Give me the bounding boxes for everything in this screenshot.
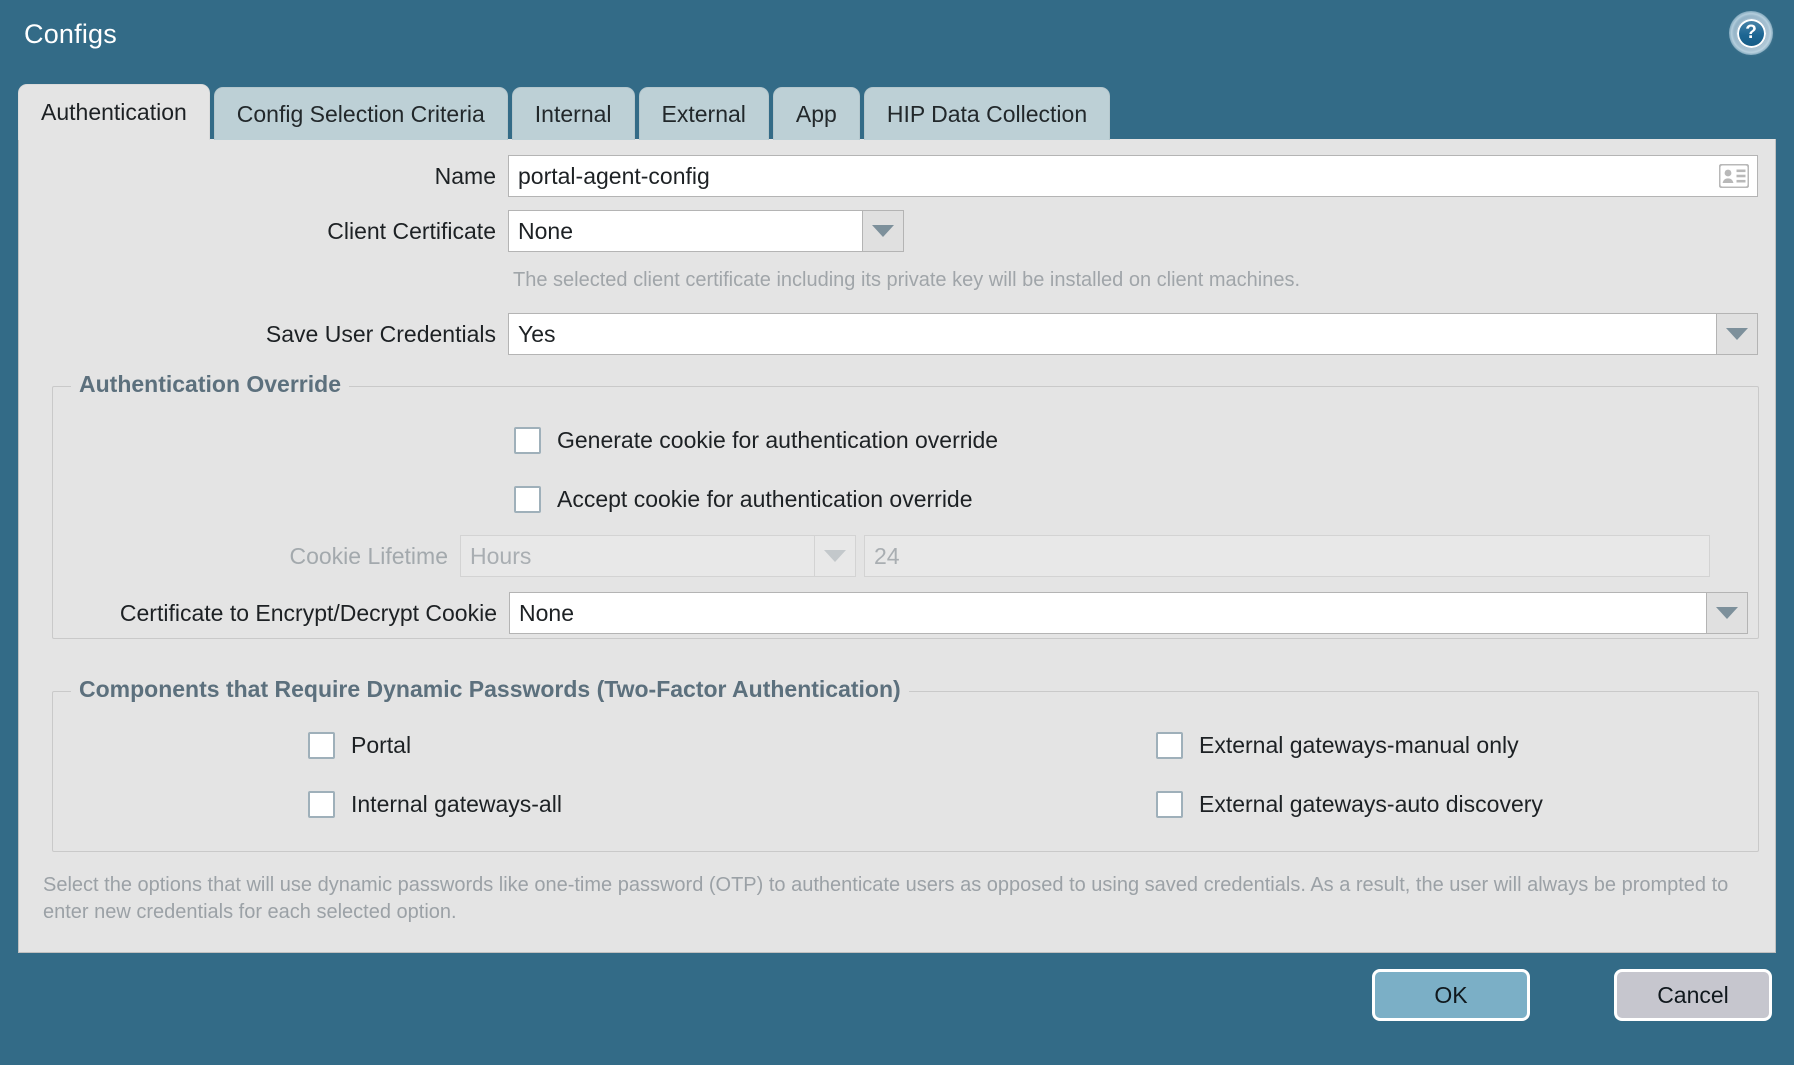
- save-user-credentials-value: Yes: [508, 313, 1716, 355]
- two-factor-option-label: External gateways-auto discovery: [1199, 791, 1543, 817]
- tab-app[interactable]: App: [772, 87, 860, 140]
- chevron-down-icon[interactable]: [862, 210, 904, 252]
- cookie-lifetime-amount-value: 24: [874, 542, 900, 569]
- tab-hip-data-collection[interactable]: HIP Data Collection: [863, 87, 1111, 140]
- name-input[interactable]: portal-agent-config: [508, 155, 1758, 197]
- name-value: portal-agent-config: [518, 162, 710, 189]
- two-factor-option-portal[interactable]: Portal: [308, 732, 411, 759]
- checkbox-box[interactable]: [514, 486, 541, 513]
- two-factor-legend: Components that Require Dynamic Password…: [71, 676, 909, 703]
- client-certificate-select[interactable]: None: [508, 210, 904, 252]
- ok-button-label: OK: [1434, 981, 1468, 1008]
- checkbox-box[interactable]: [1156, 791, 1183, 818]
- dialog-titlebar: Configs ?: [0, 0, 1794, 78]
- tab-authentication[interactable]: Authentication: [18, 84, 210, 140]
- chevron-down-icon[interactable]: [814, 535, 856, 577]
- generate-cookie-label: Generate cookie for authentication overr…: [557, 427, 999, 453]
- authentication-override-legend: Authentication Override: [71, 371, 349, 398]
- cancel-button-label: Cancel: [1657, 981, 1729, 1008]
- certificate-cookie-row: Certificate to Encrypt/Decrypt Cookie No…: [53, 592, 1760, 634]
- cookie-lifetime-unit-value: Hours: [460, 535, 814, 577]
- two-factor-option-external-gateways-auto-discovery[interactable]: External gateways-auto discovery: [1156, 791, 1543, 818]
- help-question-icon[interactable]: ?: [1729, 11, 1773, 55]
- client-certificate-hint: The selected client certificate includin…: [513, 269, 1301, 291]
- generate-cookie-checkbox[interactable]: Generate cookie for authentication overr…: [514, 427, 998, 454]
- cookie-lifetime-label: Cookie Lifetime: [289, 542, 448, 569]
- tab-label: Authentication: [41, 99, 187, 125]
- tab-external[interactable]: External: [638, 87, 769, 140]
- two-factor-option-internal-gateways-all[interactable]: Internal gateways-all: [308, 791, 562, 818]
- chevron-down-icon[interactable]: [1716, 313, 1758, 355]
- tab-label: HIP Data Collection: [886, 100, 1088, 127]
- tab-label: App: [795, 100, 837, 127]
- cancel-button[interactable]: Cancel: [1614, 969, 1772, 1021]
- cookie-lifetime-unit-select[interactable]: Hours: [460, 535, 856, 577]
- checkbox-box[interactable]: [514, 427, 541, 454]
- certificate-cookie-label: Certificate to Encrypt/Decrypt Cookie: [119, 599, 497, 626]
- name-row: Name portal-agent-config: [19, 155, 1759, 197]
- two-factor-note: Select the options that will use dynamic…: [43, 874, 1729, 923]
- tab-label: External: [661, 100, 746, 127]
- authentication-tab-panel: Name portal-agent-config Client Certific…: [18, 139, 1776, 953]
- chevron-down-icon[interactable]: [1706, 592, 1748, 634]
- client-certificate-value: None: [508, 210, 862, 252]
- tab-label: Config Selection Criteria: [236, 100, 485, 127]
- cookie-lifetime-amount-input[interactable]: 24: [864, 535, 1710, 577]
- id-card-icon[interactable]: [1718, 163, 1750, 189]
- help-glyph: ?: [1736, 18, 1766, 48]
- two-factor-option-label: Portal: [351, 732, 412, 758]
- two-factor-fieldset: Components that Require Dynamic Password…: [52, 676, 1759, 852]
- ok-button[interactable]: OK: [1372, 969, 1530, 1021]
- client-certificate-label: Client Certificate: [327, 217, 496, 244]
- two-factor-option-label: External gateways-manual only: [1199, 732, 1519, 758]
- save-user-credentials-row: Save User Credentials Yes: [19, 313, 1759, 355]
- two-factor-option-external-gateways-manual-only[interactable]: External gateways-manual only: [1156, 732, 1519, 759]
- tab-bar: Authentication Config Selection Criteria…: [18, 84, 1111, 140]
- tab-internal[interactable]: Internal: [511, 87, 635, 140]
- page-title: Configs: [24, 19, 117, 49]
- tab-config-selection-criteria[interactable]: Config Selection Criteria: [213, 87, 508, 140]
- dialog-footer: OK Cancel: [0, 953, 1794, 1065]
- save-user-credentials-label: Save User Credentials: [265, 320, 496, 347]
- accept-cookie-label: Accept cookie for authentication overrid…: [557, 486, 973, 512]
- client-certificate-row: Client Certificate None: [19, 210, 1759, 252]
- authentication-override-fieldset: Authentication Override Generate cookie …: [52, 371, 1760, 639]
- two-factor-option-label: Internal gateways-all: [351, 791, 562, 817]
- checkbox-box[interactable]: [308, 791, 335, 818]
- configs-dialog: Configs ? Authentication Config Selectio…: [0, 0, 1794, 1065]
- tab-label: Internal: [534, 100, 612, 127]
- checkbox-box[interactable]: [1156, 732, 1183, 759]
- cookie-lifetime-row: Cookie Lifetime Hours 24: [53, 535, 1760, 577]
- accept-cookie-checkbox[interactable]: Accept cookie for authentication overrid…: [514, 486, 973, 513]
- name-label: Name: [434, 162, 496, 189]
- checkbox-box[interactable]: [308, 732, 335, 759]
- save-user-credentials-select[interactable]: Yes: [508, 313, 1758, 355]
- certificate-cookie-select[interactable]: None: [509, 592, 1748, 634]
- certificate-cookie-value: None: [509, 592, 1706, 634]
